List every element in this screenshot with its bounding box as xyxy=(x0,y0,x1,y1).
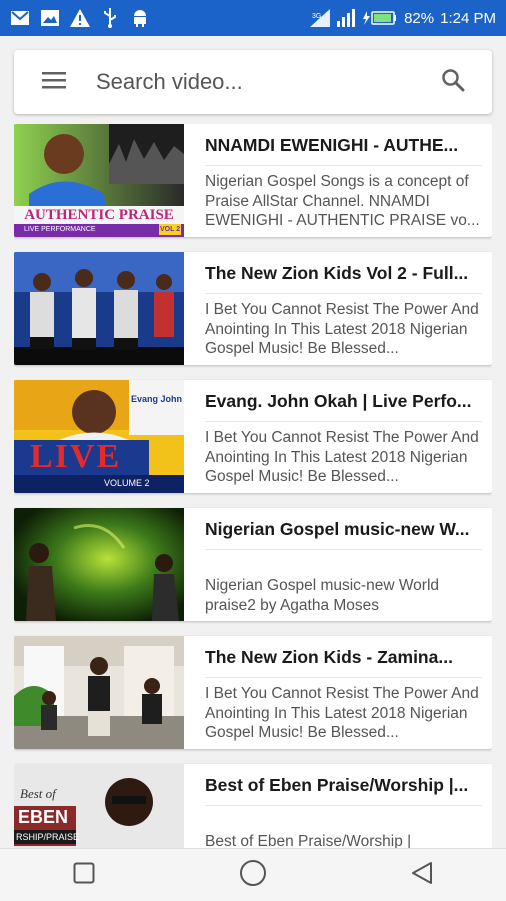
thumbnail-name-text: EBEN xyxy=(18,807,69,827)
thumbnail-sub-text: VOLUME 2 xyxy=(104,478,150,488)
warning-icon xyxy=(70,8,90,28)
video-thumbnail[interactable] xyxy=(14,636,184,749)
video-info: The New Zion Kids Vol 2 - Full... I Bet … xyxy=(184,252,492,365)
android-icon xyxy=(130,8,150,28)
video-title[interactable]: Evang. John Okah | Live Perfo... xyxy=(205,390,482,422)
circle-home-icon xyxy=(239,859,267,892)
thumbnail-sub-text: LIVE PERFORMANCE xyxy=(24,226,96,233)
thumbnail-sub-text: RSHIP/PRAISE xyxy=(16,832,80,842)
video-item[interactable]: AUTHENTIC PRAISE LIVE PERFORMANCE VOL 2 … xyxy=(14,124,492,237)
menu-button[interactable] xyxy=(14,50,94,114)
video-description: I Bet You Cannot Resist The Power And An… xyxy=(205,685,479,741)
search-input[interactable] xyxy=(94,68,414,96)
video-thumbnail[interactable]: Best of EBEN RSHIP/PRAISE xyxy=(14,764,184,848)
video-description: Nigerian Gospel Songs is a concept of Pr… xyxy=(205,173,480,229)
search-icon xyxy=(441,68,465,97)
clock: 1:24 PM xyxy=(440,9,496,27)
recents-button[interactable] xyxy=(54,849,114,901)
video-item[interactable]: The New Zion Kids Vol 2 - Full... I Bet … xyxy=(14,252,492,365)
video-title[interactable]: The New Zion Kids Vol 2 - Full... xyxy=(205,262,482,294)
video-title[interactable]: NNAMDI EWENIGHI - AUTHE... xyxy=(205,134,482,166)
search-button[interactable] xyxy=(414,50,492,114)
usb-icon xyxy=(100,8,120,28)
video-description: I Bet You Cannot Resist The Power And An… xyxy=(205,429,479,485)
video-title[interactable]: Nigerian Gospel music-new W... xyxy=(205,518,482,550)
thumbnail-banner-text: AUTHENTIC PRAISE xyxy=(24,207,174,223)
thumbnail-banner-text: LIVE xyxy=(30,438,122,475)
signal-icon xyxy=(336,8,356,28)
email-icon xyxy=(10,8,30,28)
system-status: 3G 82% 1:24 PM xyxy=(310,8,496,28)
video-thumbnail[interactable]: Evang John Oka LIVE VOLUME 2 xyxy=(14,380,184,493)
video-list: AUTHENTIC PRAISE LIVE PERFORMANCE VOL 2 … xyxy=(14,124,492,848)
notification-icons xyxy=(10,8,150,28)
video-info: Best of Eben Praise/Worship |... Best of… xyxy=(184,764,492,848)
image-icon xyxy=(40,8,60,28)
thumbnail-name-text: Evang John Oka xyxy=(131,394,184,404)
video-info: Evang. John Okah | Live Perfo... I Bet Y… xyxy=(184,380,492,493)
thumbnail-vol-text: VOL 2 xyxy=(160,226,181,233)
thumbnail-best-of-text: Best of xyxy=(20,786,56,801)
video-description: I Bet You Cannot Resist The Power And An… xyxy=(205,301,479,357)
video-title[interactable]: Best of Eben Praise/Worship |... xyxy=(205,774,482,806)
video-thumbnail[interactable] xyxy=(14,508,184,621)
signal-icon: 3G xyxy=(310,8,331,28)
video-item[interactable]: Nigerian Gospel music-new W... Nigerian … xyxy=(14,508,492,621)
search-bar xyxy=(14,50,492,114)
video-thumbnail[interactable] xyxy=(14,252,184,365)
video-item[interactable]: Evang John Oka LIVE VOLUME 2 Evang. John… xyxy=(14,380,492,493)
svg-text:3G: 3G xyxy=(312,13,321,20)
triangle-back-icon xyxy=(411,861,433,890)
video-info: Nigerian Gospel music-new W... Nigerian … xyxy=(184,508,492,621)
battery-charging-icon xyxy=(362,8,398,28)
video-item[interactable]: Best of EBEN RSHIP/PRAISE Best of Eben P… xyxy=(14,764,492,848)
video-thumbnail[interactable]: AUTHENTIC PRAISE LIVE PERFORMANCE VOL 2 xyxy=(14,124,184,237)
video-description: Best of Eben Praise/Worship | xyxy=(205,833,412,848)
video-title[interactable]: The New Zion Kids - Zamina... xyxy=(205,646,482,678)
video-description: Nigerian Gospel music-new World praise2 … xyxy=(205,577,440,614)
video-info: NNAMDI EWENIGHI - AUTHE... Nigerian Gosp… xyxy=(184,124,492,237)
battery-percent: 82% xyxy=(404,9,435,27)
navigation-bar xyxy=(0,848,506,901)
home-button[interactable] xyxy=(223,849,283,901)
status-bar: 3G 82% 1:24 PM xyxy=(0,0,506,36)
video-info: The New Zion Kids - Zamina... I Bet You … xyxy=(184,636,492,749)
menu-icon xyxy=(42,71,66,94)
video-item[interactable]: The New Zion Kids - Zamina... I Bet You … xyxy=(14,636,492,749)
square-recents-icon xyxy=(73,862,95,889)
back-button[interactable] xyxy=(392,849,452,901)
